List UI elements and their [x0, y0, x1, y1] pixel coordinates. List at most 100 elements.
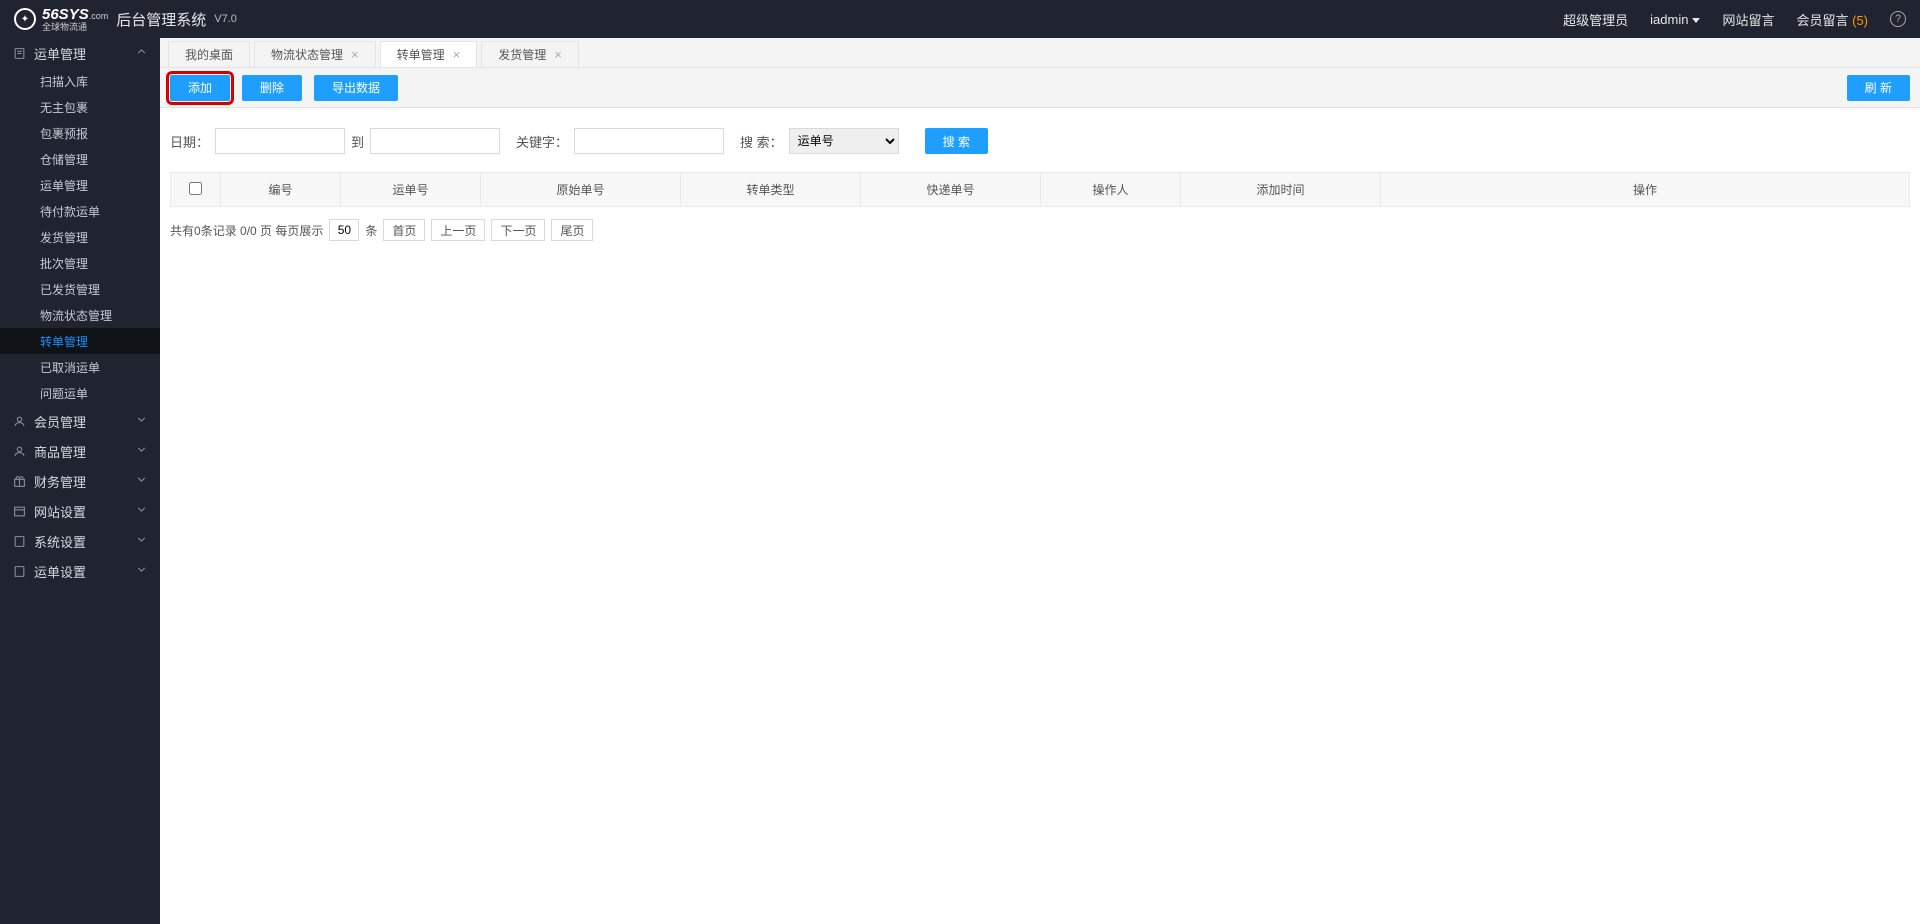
content: 日期： 到 关键字： 搜 索： 运单号 搜 索 [160, 108, 1920, 924]
col-type: 转单类型 [681, 173, 861, 207]
header-version: V7.0 [214, 13, 237, 25]
tab-logistics-status[interactable]: 物流状态管理 × [254, 41, 376, 67]
add-button[interactable]: 添加 [170, 75, 230, 101]
col-ops: 操作 [1381, 173, 1910, 207]
logo-icon: ✦ [14, 8, 36, 30]
chevron-down-icon [135, 443, 148, 459]
sidebar-item-site-settings[interactable]: 网站设置 [0, 496, 160, 526]
sidebar-sub-logistics-status[interactable]: 物流状态管理 [0, 302, 160, 328]
search-type-label: 搜 索： [740, 132, 783, 151]
pagination: 共有0条记录 0/0 页 每页展示 条 首页 上一页 下一页 尾页 [170, 219, 1910, 241]
table-header-row: 编号 运单号 原始单号 转单类型 快递单号 操作人 添加时间 操作 [171, 173, 1910, 207]
sidebar-item-label: 网站设置 [34, 502, 86, 521]
col-checkbox [171, 173, 221, 207]
tab-label: 发货管理 [498, 46, 546, 63]
sidebar-item-label: 运单管理 [34, 44, 86, 63]
header-title: 后台管理系统 [116, 9, 206, 30]
sidebar-sub-shipped[interactable]: 已发货管理 [0, 276, 160, 302]
help-icon[interactable]: ? [1890, 11, 1906, 27]
sidebar-item-member[interactable]: 会员管理 [0, 406, 160, 436]
to-label: 到 [351, 132, 364, 151]
chevron-down-icon [135, 413, 148, 429]
date-to-input[interactable] [370, 128, 500, 154]
tab-ship[interactable]: 发货管理 × [481, 41, 579, 67]
sidebar-item-waybill[interactable]: 运单管理 [0, 38, 160, 68]
sidebar-sub-storage[interactable]: 仓储管理 [0, 146, 160, 172]
sidebar-sub-transfer[interactable]: 转单管理 [0, 328, 160, 354]
sidebar-sub-ship[interactable]: 发货管理 [0, 224, 160, 250]
chevron-down-icon [135, 533, 148, 549]
sidebar-item-label: 会员管理 [34, 412, 86, 431]
chevron-up-icon [135, 45, 148, 61]
prev-page-button[interactable]: 上一页 [431, 219, 485, 241]
sidebar-sub-forecast[interactable]: 包裹预报 [0, 120, 160, 146]
logo-tag: 全球物流通 [42, 23, 108, 32]
sidebar-sub-batch[interactable]: 批次管理 [0, 250, 160, 276]
member-message-count: (5) [1852, 13, 1868, 28]
member-message-link[interactable]: 会员留言 (5) [1796, 10, 1868, 29]
tab-label: 转单管理 [397, 46, 445, 63]
export-button[interactable]: 导出数据 [314, 75, 398, 101]
sidebar-sub-unowned[interactable]: 无主包裹 [0, 94, 160, 120]
user-icon [12, 444, 26, 458]
page-size-unit: 条 [365, 222, 377, 239]
close-icon[interactable]: × [453, 47, 461, 62]
refresh-button[interactable]: 刷 新 [1847, 75, 1910, 101]
pagination-summary: 共有0条记录 0/0 页 每页展示 [170, 222, 323, 239]
submenu-waybill: 扫描入库 无主包裹 包裹预报 仓储管理 运单管理 待付款运单 发货管理 批次管理… [0, 68, 160, 406]
col-express: 快递单号 [861, 173, 1041, 207]
sidebar-item-finance[interactable]: 财务管理 [0, 466, 160, 496]
close-icon[interactable]: × [554, 47, 562, 62]
logo-main: 56SYS [42, 6, 89, 23]
tab-bar: 我的桌面 物流状态管理 × 转单管理 × 发货管理 × [160, 38, 1920, 68]
chevron-down-icon [135, 473, 148, 489]
gift-icon [12, 474, 26, 488]
tab-transfer[interactable]: 转单管理 × [380, 41, 478, 67]
sidebar-item-product[interactable]: 商品管理 [0, 436, 160, 466]
chevron-down-icon [1692, 18, 1700, 23]
next-page-button[interactable]: 下一页 [491, 219, 545, 241]
filter-row: 日期： 到 关键字： 搜 索： 运单号 搜 索 [170, 128, 1910, 154]
header-role: 超级管理员 [1563, 10, 1628, 29]
header: ✦ 56SYS.com 全球物流通 后台管理系统 V7.0 超级管理员 iadm… [0, 0, 1920, 38]
sidebar-item-label: 系统设置 [34, 532, 86, 551]
col-addtime: 添加时间 [1181, 173, 1381, 207]
chevron-down-icon [135, 563, 148, 579]
logo-suffix: .com [89, 11, 109, 21]
col-operator: 操作人 [1041, 173, 1181, 207]
sidebar-sub-problem[interactable]: 问题运单 [0, 380, 160, 406]
sidebar-item-label: 商品管理 [34, 442, 86, 461]
sidebar-sub-scan-in[interactable]: 扫描入库 [0, 68, 160, 94]
user-dropdown[interactable]: iadmin [1650, 12, 1700, 27]
search-type-select[interactable]: 运单号 [789, 128, 899, 154]
first-page-button[interactable]: 首页 [383, 219, 425, 241]
layout-icon [12, 504, 26, 518]
sidebar-item-system-settings[interactable]: 系统设置 [0, 526, 160, 556]
delete-button[interactable]: 删除 [242, 75, 302, 101]
select-all-checkbox[interactable] [189, 182, 202, 195]
keyword-input[interactable] [574, 128, 724, 154]
close-icon[interactable]: × [351, 47, 359, 62]
main: 我的桌面 物流状态管理 × 转单管理 × 发货管理 × 添加 删除 [160, 38, 1920, 924]
sidebar-sub-pending-pay[interactable]: 待付款运单 [0, 198, 160, 224]
col-original: 原始单号 [481, 173, 681, 207]
doc-icon [12, 564, 26, 578]
search-button[interactable]: 搜 索 [925, 128, 988, 154]
site-message-link[interactable]: 网站留言 [1722, 10, 1774, 29]
tab-desktop[interactable]: 我的桌面 [168, 41, 250, 67]
sidebar-sub-waybill-mgmt[interactable]: 运单管理 [0, 172, 160, 198]
sidebar-item-label: 运单设置 [34, 562, 86, 581]
sidebar-item-waybill-settings[interactable]: 运单设置 [0, 556, 160, 586]
chevron-down-icon [135, 503, 148, 519]
last-page-button[interactable]: 尾页 [551, 219, 593, 241]
page-size-input[interactable] [329, 219, 359, 241]
date-from-input[interactable] [215, 128, 345, 154]
col-waybill: 运单号 [341, 173, 481, 207]
sidebar-sub-cancelled[interactable]: 已取消运单 [0, 354, 160, 380]
header-right: 超级管理员 iadmin 网站留言 会员留言 (5) ? [1563, 10, 1906, 29]
data-table: 编号 运单号 原始单号 转单类型 快递单号 操作人 添加时间 操作 [170, 172, 1910, 207]
logo: ✦ 56SYS.com 全球物流通 [14, 6, 108, 32]
sidebar: 运单管理 扫描入库 无主包裹 包裹预报 仓储管理 运单管理 待付款运单 发货管理… [0, 38, 160, 924]
doc-icon [12, 46, 26, 60]
col-id: 编号 [221, 173, 341, 207]
